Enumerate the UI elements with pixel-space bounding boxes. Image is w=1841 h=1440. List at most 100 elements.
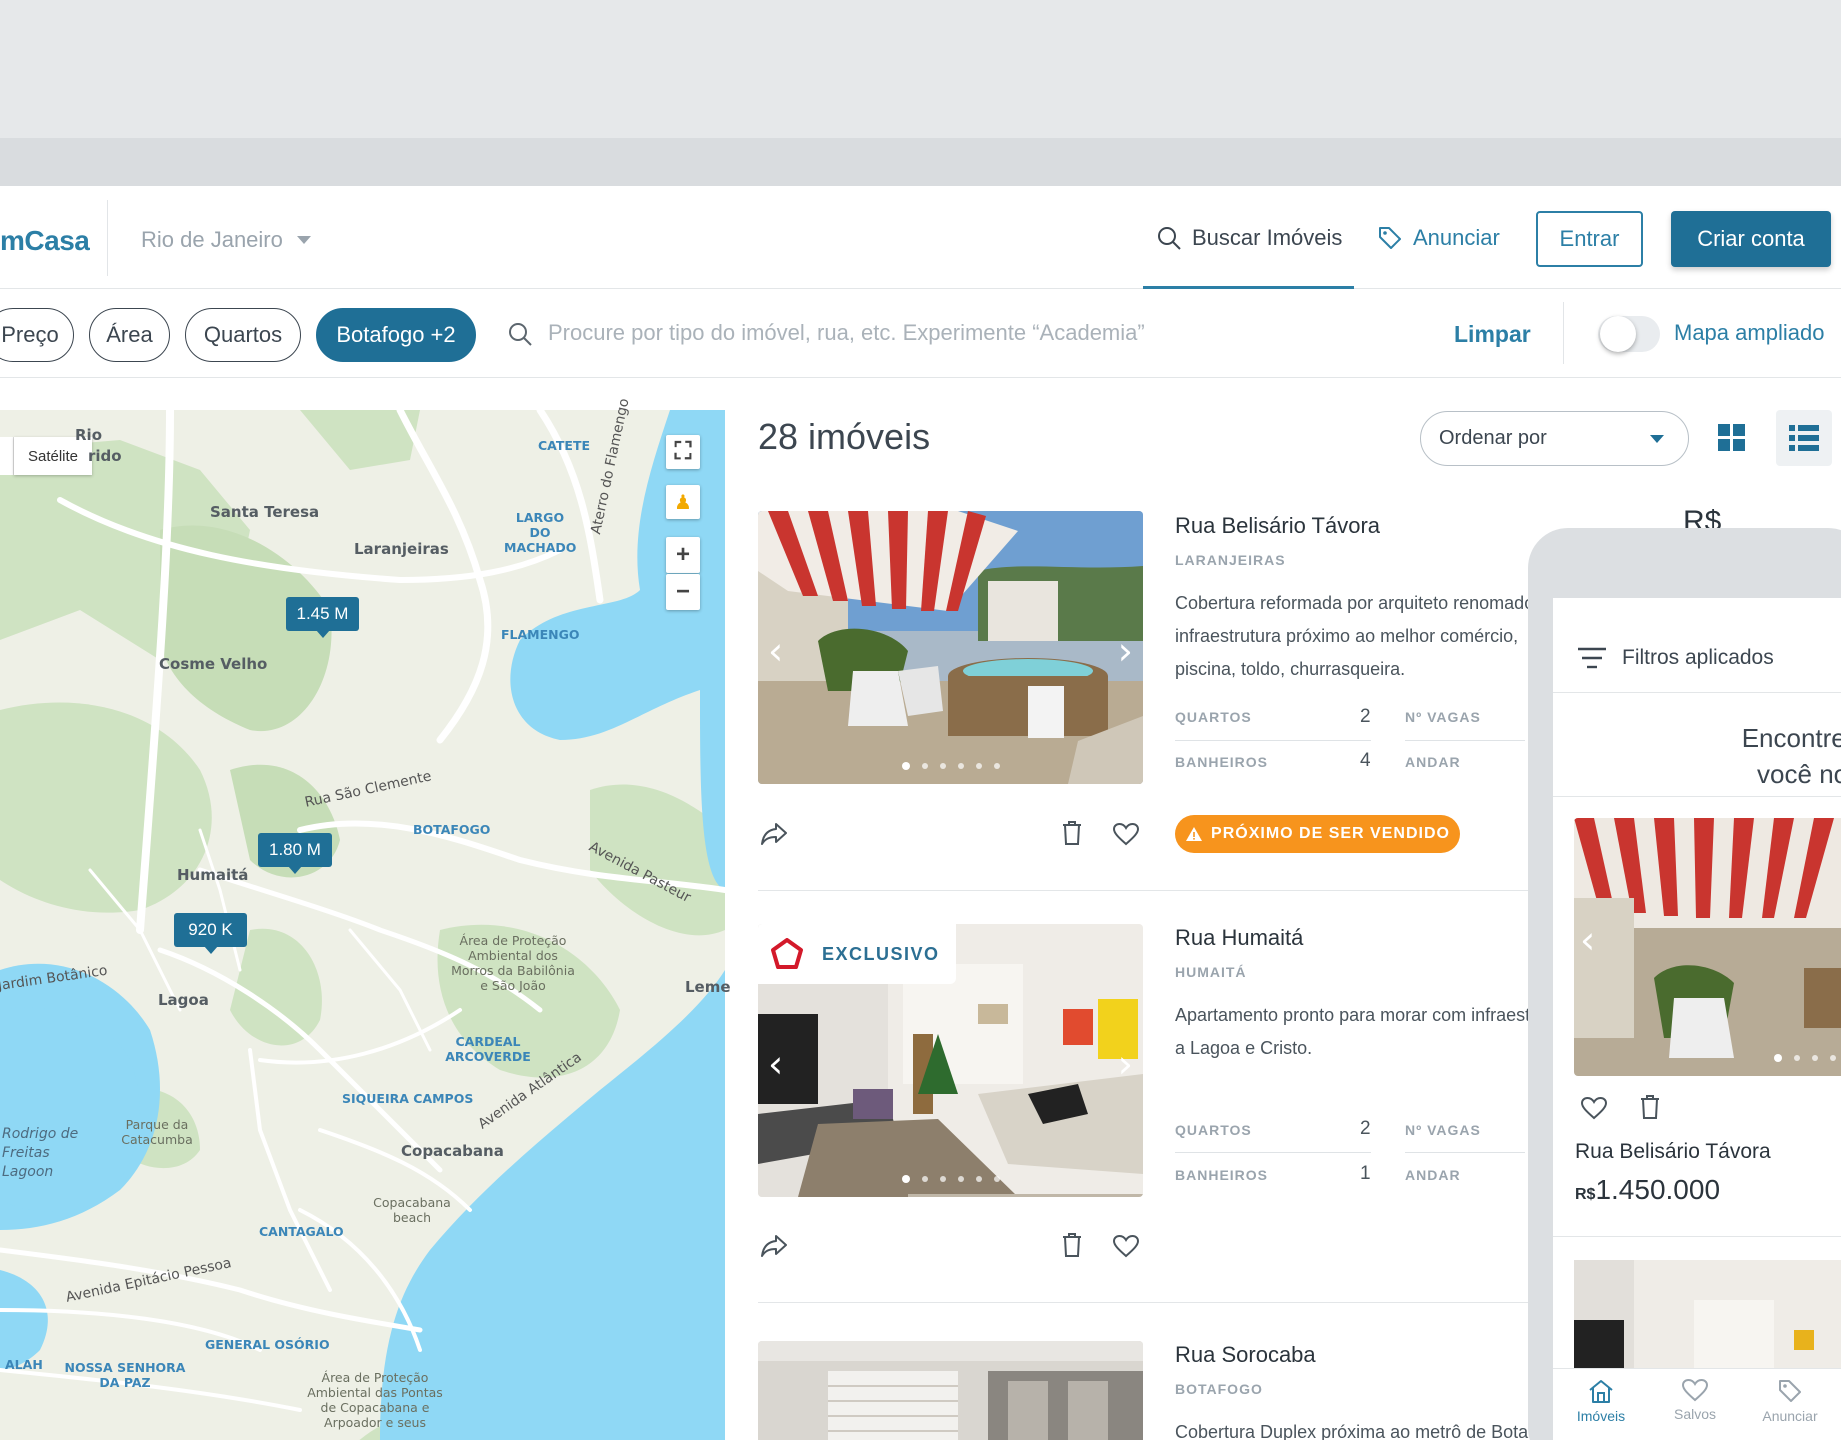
currency: R$ [1575, 1186, 1596, 1203]
property-photo [1574, 1260, 1841, 1370]
map-label-humaita: Humaitá [177, 866, 249, 884]
feature-value: 4 [1360, 750, 1371, 771]
filter-area[interactable]: Área [89, 308, 170, 362]
map-area-catacumba: Parque da Catacumba [121, 1117, 193, 1147]
map-label-laranjeiras: Laranjeiras [354, 540, 449, 558]
card-desc-line: Cobertura Duplex próxima ao metrô de Bot… [1175, 1422, 1535, 1440]
map-area-arpoador: Área de Proteção Ambiental das Pontas de… [307, 1370, 443, 1430]
carousel-dots [1734, 1054, 1841, 1062]
status-badge: PRÓXIMO DE SER VENDIDO [1175, 815, 1460, 853]
mobile-nav-properties[interactable]: Imóveis [1556, 1378, 1646, 1424]
chevron-right-icon[interactable]: › [1118, 1042, 1133, 1086]
chevron-right-icon[interactable]: › [1118, 629, 1133, 673]
card-separator [758, 1302, 1528, 1303]
card-title[interactable]: Rua Belisário Távora [1175, 513, 1380, 539]
mobile-nav-saved[interactable]: Salvos [1650, 1378, 1740, 1422]
mobile-property-photo[interactable] [1574, 1260, 1841, 1370]
feature-label: BANHEIROS [1175, 754, 1269, 770]
filter-icon [1578, 647, 1606, 669]
sort-label: Ordenar por [1439, 427, 1547, 449]
city-label: Rio de Janeiro [141, 227, 283, 252]
nav-search-properties[interactable]: Buscar Imóveis [1156, 225, 1342, 251]
map-price-marker[interactable]: 1.45 M [286, 597, 359, 638]
map-price-marker[interactable]: 920 K [174, 913, 247, 954]
feature-label: QUARTOS [1175, 709, 1252, 725]
map-toggle-knob[interactable] [1600, 316, 1636, 352]
feature-divider [1175, 740, 1371, 741]
mobile-nav-advertise[interactable]: Anunciar [1745, 1378, 1835, 1424]
header-divider [107, 200, 108, 276]
mobile-divider [1553, 692, 1841, 693]
property-photo-carousel[interactable]: ‹ › [758, 511, 1143, 784]
mobile-filters-label: Filtros aplicados [1622, 646, 1774, 669]
sort-select[interactable]: Ordenar por [1420, 411, 1689, 466]
feature-value: 1 [1360, 1163, 1371, 1184]
discard-icon[interactable] [1638, 1094, 1662, 1120]
chevron-left-icon[interactable]: ‹ [768, 1042, 783, 1086]
signup-button[interactable]: Criar conta [1671, 211, 1831, 267]
search-icon [1158, 227, 1181, 250]
heart-icon[interactable] [1112, 1234, 1140, 1258]
city-selector[interactable]: Rio de Janeiro [141, 227, 311, 253]
map-label-santa-teresa: Santa Teresa [210, 503, 320, 521]
map-toggle-label: Mapa ampliado [1674, 320, 1825, 345]
nav-advertise[interactable]: Anunciar [1377, 225, 1500, 251]
card-title[interactable]: Rua Humaitá [1175, 925, 1303, 951]
filter-divider [1563, 302, 1564, 364]
card-description: Apartamento pronto para morar com infrae… [1175, 999, 1535, 1065]
price-value: 1.450.000 [1595, 1174, 1721, 1205]
map-station-cardeal-arcoverde: CARDEAL ARCOVERDE [445, 1034, 531, 1064]
exclusive-tag: EXCLUSIVO [758, 924, 956, 984]
map-type-tab[interactable] [0, 437, 14, 475]
zoom-out-button[interactable]: − [666, 574, 700, 610]
grid-view-icon[interactable] [1717, 423, 1747, 453]
discard-icon[interactable] [1060, 820, 1084, 846]
filter-location[interactable]: Botafogo +2 [316, 308, 476, 362]
card-title[interactable]: Rua Sorocaba [1175, 1342, 1316, 1368]
share-icon[interactable] [760, 1234, 788, 1258]
feature-label: ANDAR [1405, 1167, 1461, 1183]
card-neighborhood: BOTAFOGO [1175, 1381, 1263, 1397]
filter-rooms[interactable]: Quartos [185, 308, 301, 362]
chevron-left-icon[interactable]: ‹ [768, 629, 783, 673]
card-desc-line: Cobertura reformada por arquiteto renoma… [1175, 593, 1535, 613]
map-label-rido: rido [88, 447, 122, 465]
property-search-input[interactable]: Procure por tipo do imóvel, rua, etc. Ex… [548, 320, 1145, 346]
exclusive-logo-icon [771, 938, 803, 969]
street-view-icon[interactable]: ♟ [666, 485, 700, 519]
map-label-rio: Rio [75, 426, 102, 444]
mobile-card-title[interactable]: Rua Belisário Távora [1575, 1140, 1771, 1164]
feature-divider [1405, 740, 1525, 741]
feature-label: Nº VAGAS [1405, 1122, 1481, 1138]
chevron-down-icon [296, 236, 311, 244]
card-description: Cobertura reformada por arquiteto renoma… [1175, 587, 1535, 686]
share-icon[interactable] [760, 822, 788, 846]
filter-price[interactable]: Preço [0, 308, 74, 362]
card-desc-line: a Lagoa e Cristo. [1175, 1038, 1313, 1058]
mobile-property-photo[interactable]: ‹ [1574, 818, 1841, 1076]
site-logo[interactable]: mCasa [0, 225, 90, 257]
feature-label: QUARTOS [1175, 1122, 1252, 1138]
fullscreen-icon[interactable]: ⛶ [666, 435, 700, 469]
map-station-cantagalo: CANTAGALO [259, 1224, 344, 1239]
list-view-button[interactable] [1776, 410, 1832, 466]
zoom-in-button[interactable]: + [666, 537, 700, 573]
map-station-largo-do-machado: LARGO DO MACHADO [504, 510, 577, 555]
login-button[interactable]: Entrar [1536, 211, 1643, 267]
search-icon [509, 323, 532, 346]
mobile-filters-button[interactable]: Filtros aplicados [1578, 646, 1774, 670]
tag-icon [1379, 227, 1401, 249]
chevron-left-icon[interactable]: ‹ [1580, 918, 1595, 962]
heart-icon[interactable] [1112, 822, 1140, 846]
discard-icon[interactable] [1060, 1232, 1084, 1258]
browser-background [0, 0, 1841, 138]
feature-label: ANDAR [1405, 754, 1461, 770]
clear-filters-button[interactable]: Limpar [1454, 321, 1531, 348]
property-photo-carousel[interactable] [758, 1341, 1143, 1440]
heart-icon[interactable] [1580, 1096, 1608, 1120]
mobile-headline: Encontre o imóvel perfeito para você no … [1553, 720, 1841, 792]
map-station-nossa-senhora-da-paz: NOSSA SENHORA DA PAZ [64, 1360, 186, 1390]
map-price-marker[interactable]: 1.80 M [258, 833, 332, 874]
map-station-general-osorio: GENERAL OSÓRIO [205, 1337, 330, 1352]
carousel-dots [758, 1175, 1143, 1183]
